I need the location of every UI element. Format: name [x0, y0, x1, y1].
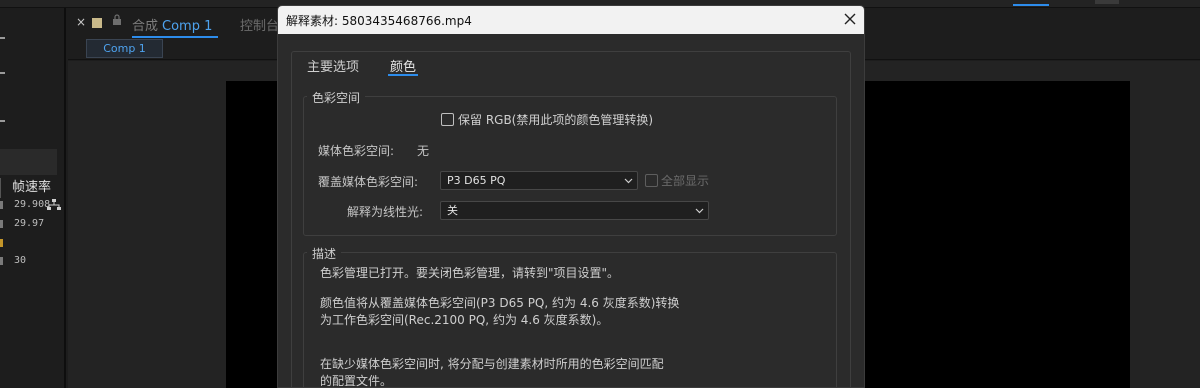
composition-tab[interactable]: 合成 Comp 1 [132, 15, 212, 34]
frame-rate-value: 29.97 [14, 218, 45, 229]
chevron-down-icon [695, 208, 704, 214]
composition-tab-name: Comp 1 [162, 19, 213, 34]
linearize-label: 解释为线性光: [347, 205, 424, 219]
lock-icon[interactable] [112, 14, 122, 26]
close-icon[interactable] [843, 12, 857, 26]
show-all-label[interactable]: 全部显示 [661, 172, 709, 189]
panel-edge-mark [0, 120, 5, 122]
description-legend: 描述 [307, 245, 342, 262]
description-line: 的配置文件。 [320, 374, 393, 388]
workspace-tab[interactable] [1095, 0, 1119, 4]
tab-main-options[interactable]: 主要选项 [307, 56, 359, 75]
dialog-title-bar[interactable]: 解释素材: 5803435468766.mp4 [278, 6, 864, 34]
frame-rate-value: 30 [14, 255, 27, 266]
frame-rate-column-header[interactable]: 帧速率 [0, 178, 60, 198]
override-color-space-value: P3 D65 PQ [447, 174, 506, 187]
project-row[interactable]: 30 [0, 252, 60, 270]
interpret-footage-dialog: 解释素材: 5803435468766.mp4 主要选项 颜色 色彩空间 保留 … [277, 5, 865, 388]
description-line: 色彩管理已打开。要关闭色彩管理，请转到"项目设置"。 [320, 266, 620, 280]
media-color-space-label: 媒体色彩空间: [318, 144, 395, 158]
label-color-swatch[interactable] [92, 18, 102, 28]
override-color-space-select[interactable]: P3 D65 PQ [440, 171, 638, 190]
composition-tab-prefix: 合成 [132, 19, 159, 34]
description-line: 为工作色彩空间(Rec.2100 PQ, 约为 4.6 灰度系数)。 [320, 313, 609, 327]
linearize-value: 关 [447, 204, 458, 217]
project-panel: 帧速率 29.908 29.97 30 [0, 8, 66, 388]
project-row[interactable] [0, 234, 60, 252]
chevron-down-icon [624, 178, 633, 184]
console-tab[interactable]: 控制台 [240, 15, 279, 34]
workspace-tab-active[interactable] [1013, 0, 1049, 6]
description-line: 颜色值将从覆盖媒体色彩空间(P3 D65 PQ, 约为 4.6 灰度系数)转换 [320, 296, 680, 310]
override-color-space-label: 覆盖媒体色彩空间: [318, 175, 419, 189]
close-tab-icon[interactable]: × [76, 15, 86, 29]
comp-breadcrumb-chip[interactable]: Comp 1 [86, 39, 163, 58]
dialog-title: 解释素材: 5803435468766.mp4 [286, 14, 472, 28]
frame-rate-value: 29.908 [14, 199, 51, 210]
project-row[interactable]: 29.97 [0, 215, 60, 233]
linearize-select[interactable]: 关 [440, 201, 709, 220]
preserve-rgb-checkbox[interactable] [441, 113, 454, 126]
media-color-space-value: 无 [417, 144, 430, 158]
description-line: 在缺少媒体色彩空间时, 将分配与创建素材时所用的色彩空间匹配 [320, 357, 664, 371]
panel-edge-mark [0, 72, 5, 74]
network-icon[interactable] [47, 199, 61, 211]
color-space-legend: 色彩空间 [307, 89, 366, 106]
preserve-rgb-label[interactable]: 保留 RGB(禁用此项的颜色管理转换) [458, 111, 653, 128]
tab-color[interactable]: 颜色 [390, 56, 416, 75]
show-all-checkbox[interactable] [645, 174, 658, 187]
project-panel-header [0, 149, 57, 175]
panel-edge-mark [0, 37, 5, 39]
active-tab-underline [388, 74, 418, 76]
